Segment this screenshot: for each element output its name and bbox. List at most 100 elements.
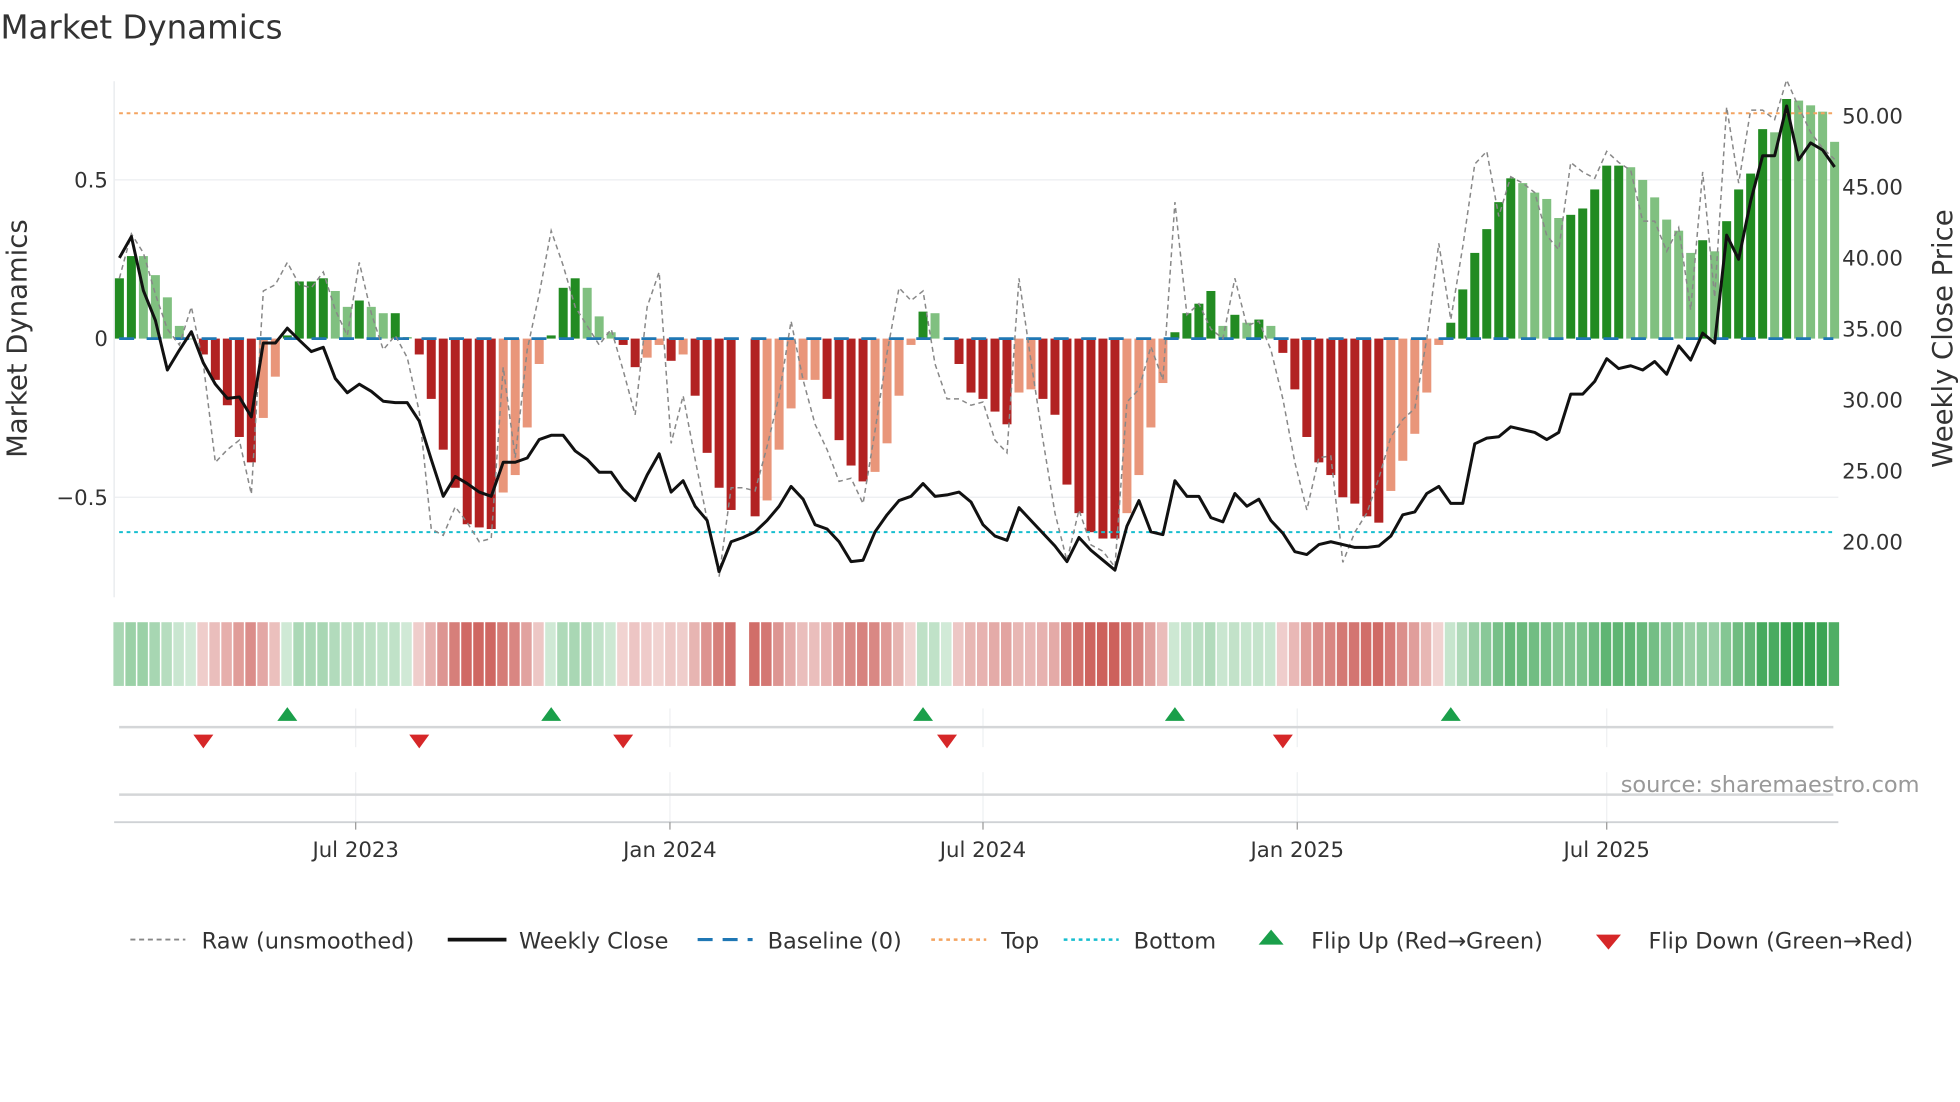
x-tick-label: Jul 2023 xyxy=(310,838,398,863)
regime-strip-cell xyxy=(1576,622,1588,686)
regime-strip-cell xyxy=(305,622,316,686)
momentum-bar xyxy=(1410,338,1420,434)
series-lines xyxy=(118,77,1836,577)
momentum-bar xyxy=(1038,338,1048,399)
momentum-bar xyxy=(702,338,712,453)
regime-strip-cell xyxy=(1408,622,1420,686)
momentum-bar xyxy=(1650,197,1660,339)
momentum-bar xyxy=(1590,189,1600,339)
regime-strip-cell xyxy=(1600,622,1612,686)
regime-strip-cell xyxy=(1060,622,1072,686)
flip-up-marker xyxy=(277,707,298,721)
regime-strip-cell xyxy=(353,622,364,686)
regime-strip-cell xyxy=(1816,622,1828,686)
regime-strip-cell xyxy=(893,622,904,686)
momentum-bar xyxy=(1362,338,1372,517)
momentum-bar xyxy=(1062,338,1072,485)
regime-strip-cell xyxy=(281,622,292,686)
regime-strip-cell xyxy=(1720,622,1732,686)
regime-strip-cell xyxy=(137,622,148,686)
regime-strip-cell xyxy=(1588,622,1600,686)
regime-strip-cell xyxy=(1252,622,1264,686)
momentum-bar xyxy=(1506,178,1516,339)
momentum-bar xyxy=(1794,100,1804,339)
flip-down-marker xyxy=(613,734,634,749)
legend-bottom-label: Bottom xyxy=(1134,928,1216,954)
momentum-bar xyxy=(906,338,916,345)
regime-strip-cell xyxy=(1744,622,1756,686)
regime-strip-cell xyxy=(749,622,760,686)
momentum-bar xyxy=(966,338,976,393)
legend-item-raw: Raw (unsmoothed) xyxy=(130,928,414,954)
regime-strip-cell xyxy=(113,622,124,686)
momentum-bar xyxy=(846,338,856,466)
momentum-bar xyxy=(1290,338,1300,390)
regime-strip-cell xyxy=(988,622,1000,686)
regime-strip-cell xyxy=(1504,622,1516,686)
momentum-bar xyxy=(126,256,136,339)
regime-strip-cell xyxy=(425,622,436,686)
momentum-bar xyxy=(318,278,328,339)
raw-series-line xyxy=(118,77,1836,577)
regime-strip-cell xyxy=(1648,622,1660,686)
momentum-bar xyxy=(1086,338,1096,533)
momentum-bar xyxy=(1230,314,1240,339)
regime-strip-cell xyxy=(497,622,508,686)
regime-strip-cell xyxy=(593,622,604,686)
regime-strip-cell xyxy=(413,622,424,686)
momentum-bar xyxy=(1614,165,1624,339)
regime-strip-cell xyxy=(1120,622,1132,686)
right-axis-ticks: 50.00 45.00 40.00 35.00 30.00 25.00 20.00 xyxy=(1842,104,1903,555)
momentum-bar xyxy=(1110,338,1120,539)
legend-flip-down-label: Flip Down (Green→Red) xyxy=(1648,928,1913,954)
regime-strip-cell xyxy=(1492,622,1504,686)
momentum-bar xyxy=(1806,105,1816,339)
regime-strip-cell xyxy=(605,622,616,686)
momentum-bar xyxy=(894,338,904,396)
regime-strip-cell xyxy=(257,622,268,686)
momentum-bar xyxy=(1350,338,1360,504)
regime-strip-cell xyxy=(1828,622,1840,686)
momentum-bar xyxy=(1194,303,1204,339)
regime-strip-cell xyxy=(1792,622,1804,686)
regime-strip-cell xyxy=(1036,622,1048,686)
momentum-bar xyxy=(1542,198,1552,339)
momentum-bar xyxy=(1686,252,1696,339)
momentum-bar xyxy=(1734,189,1744,339)
momentum-bar xyxy=(1386,338,1396,491)
regime-strip-cell xyxy=(1528,622,1540,686)
regime-strip-cell xyxy=(461,622,472,686)
regime-strip-cell xyxy=(1384,622,1396,686)
momentum-bar xyxy=(1134,338,1144,476)
regime-strip-cell xyxy=(389,622,400,686)
regime-strip-cell xyxy=(653,622,664,686)
regime-strip-cell xyxy=(665,622,676,686)
regime-strip-cell xyxy=(1180,622,1192,686)
momentum-bar xyxy=(1278,338,1288,353)
regime-strip-cell xyxy=(545,622,556,686)
momentum-bar xyxy=(354,300,364,339)
regime-strip-cell xyxy=(1156,622,1168,686)
momentum-bar xyxy=(1602,165,1612,339)
legend-top-label: Top xyxy=(1000,928,1039,954)
momentum-bar xyxy=(1206,290,1216,339)
momentum-bar xyxy=(1770,132,1780,339)
regime-strip-cell xyxy=(269,622,280,686)
regime-strip-cell xyxy=(197,622,208,686)
regime-strip-cell xyxy=(473,622,484,686)
regime-strip-cell xyxy=(245,622,256,686)
left-tick-label: 0 xyxy=(94,327,108,352)
regime-strip-cell xyxy=(1348,622,1360,686)
left-axis-ticks: 0.5 0 −0.5 xyxy=(56,168,108,510)
regime-strip-cell xyxy=(1480,622,1492,686)
regime-strip-cell xyxy=(1288,622,1300,686)
momentum-bar xyxy=(1146,338,1156,428)
regime-strip-cell xyxy=(761,622,772,686)
flip-up-icon xyxy=(1258,929,1284,945)
regime-strip-cell xyxy=(1696,622,1708,686)
right-tick-label: 50.00 xyxy=(1842,104,1903,129)
momentum-bar xyxy=(1098,338,1108,539)
legend: Raw (unsmoothed) Weekly Close Baseline (… xyxy=(130,928,1913,954)
momentum-bar xyxy=(1818,111,1828,339)
regime-strip-cell xyxy=(773,622,784,686)
